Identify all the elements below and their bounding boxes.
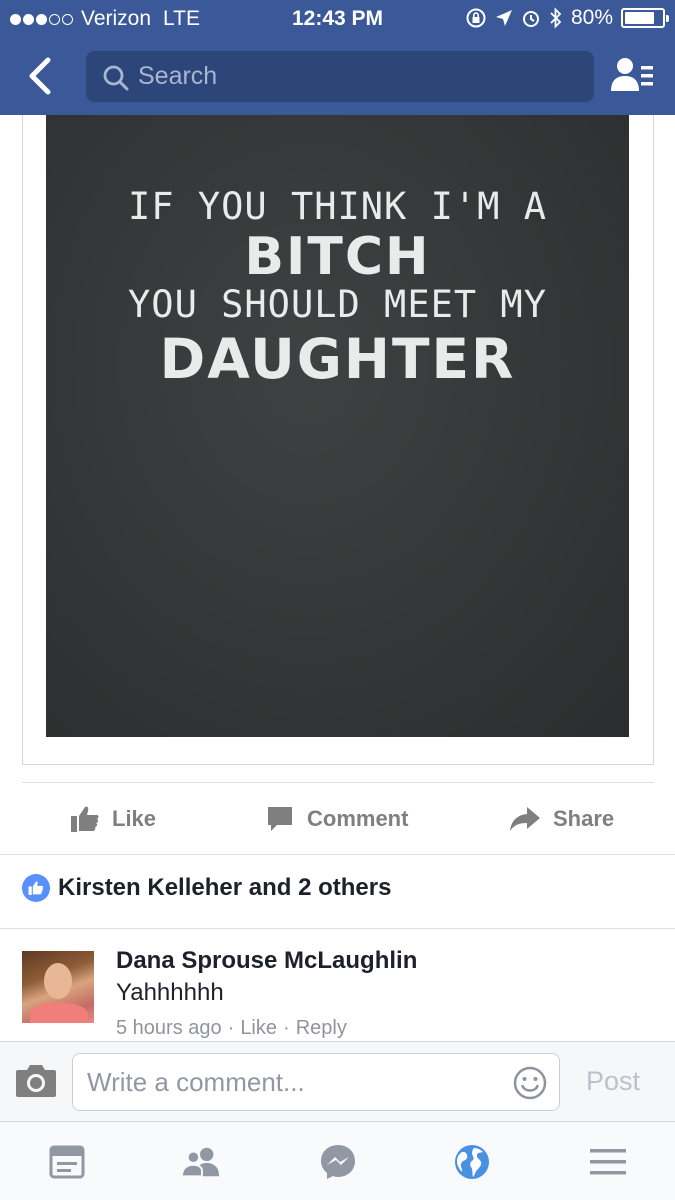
news-feed-icon: [49, 1145, 85, 1179]
share-label: Share: [553, 806, 615, 831]
comment-input-box[interactable]: [72, 1053, 560, 1111]
image-text-line-4: DAUGHTER: [159, 327, 516, 391]
friend-requests-button[interactable]: [608, 55, 656, 95]
rotation-lock-icon: [466, 8, 486, 28]
search-input[interactable]: [138, 51, 578, 102]
search-bar[interactable]: [86, 51, 594, 102]
status-bar: Verizon LTE 12:43 PM 80%: [0, 0, 675, 38]
divider: [22, 782, 654, 783]
separator: ·: [283, 1017, 290, 1039]
comment-like-link[interactable]: Like: [240, 1017, 277, 1040]
comment-meta: 5 hours ago · Like · Reply: [116, 1017, 347, 1040]
back-button[interactable]: [18, 52, 62, 100]
like-reaction-icon: [22, 874, 50, 902]
comment-input[interactable]: [87, 1054, 507, 1110]
messenger-icon: [321, 1145, 355, 1179]
likes-text: Kirsten Kelleher and 2 others: [58, 874, 392, 901]
post-actions: Like Comment Share: [0, 785, 675, 853]
like-button[interactable]: Like: [70, 785, 156, 853]
post-image[interactable]: IF YOU THINK I'M A BITCH YOU SHOULD MEET…: [46, 115, 629, 737]
battery-percent: 80%: [570, 6, 613, 29]
search-icon: [103, 65, 129, 91]
battery-icon: [621, 8, 669, 28]
tab-more[interactable]: [588, 1142, 628, 1182]
alarm-icon: [522, 11, 539, 27]
friend-list-icon: [611, 58, 653, 91]
bottom-tab-bar: [0, 1121, 675, 1200]
tab-news-feed[interactable]: [47, 1142, 87, 1182]
divider: [0, 854, 675, 855]
likes-summary[interactable]: Kirsten Kelleher and 2 others: [22, 874, 391, 902]
comment-composer: Post: [0, 1041, 675, 1121]
tab-friend-requests[interactable]: [181, 1142, 221, 1182]
separator: ·: [227, 1017, 235, 1039]
comment-bubble-icon: [268, 807, 292, 831]
share-button[interactable]: Share: [509, 785, 614, 853]
status-icons: 80%: [465, 6, 669, 30]
comment-reply-link[interactable]: Reply: [296, 1017, 347, 1040]
comment-timestamp: 5 hours ago: [116, 1017, 222, 1039]
avatar[interactable]: [22, 951, 94, 1023]
image-text-line-2: BITCH: [244, 227, 431, 287]
emoji-icon[interactable]: [513, 1066, 547, 1100]
image-text-line-3: YOU SHOULD MEET MY: [128, 283, 547, 326]
comment-text: Yahhhhhh: [116, 979, 224, 1006]
friends-icon: [181, 1147, 220, 1178]
tab-messenger[interactable]: [318, 1142, 358, 1182]
divider: [0, 928, 675, 929]
location-icon: [495, 10, 512, 26]
menu-icon: [590, 1149, 626, 1175]
like-label: Like: [112, 806, 157, 831]
camera-icon: [16, 1065, 56, 1097]
comment-button[interactable]: Comment: [265, 785, 408, 853]
chevron-left-icon: [29, 57, 51, 95]
comment-author[interactable]: Dana Sprouse McLaughlin: [116, 947, 417, 975]
tab-notifications[interactable]: [452, 1142, 492, 1182]
comment-label: Comment: [307, 806, 409, 831]
bluetooth-icon: [550, 7, 562, 29]
post-comment-button[interactable]: Post: [586, 1066, 640, 1097]
top-bar: Verizon LTE 12:43 PM 80%: [0, 0, 675, 115]
share-arrow-icon: [510, 807, 540, 831]
camera-button[interactable]: [14, 1062, 58, 1100]
globe-icon: [455, 1145, 489, 1179]
thumbs-up-icon: [71, 806, 99, 832]
image-text-line-1: IF YOU THINK I'M A: [128, 185, 547, 228]
